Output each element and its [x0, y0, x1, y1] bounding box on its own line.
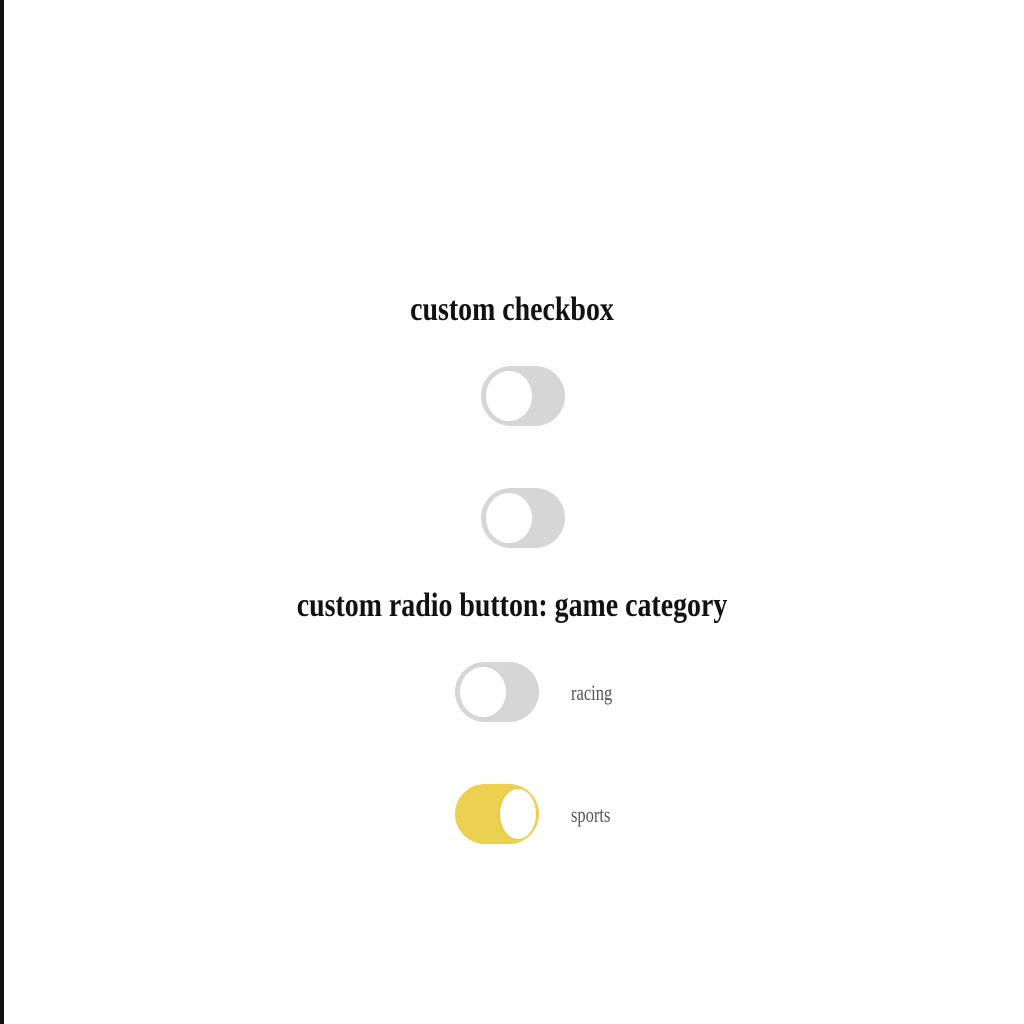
toggle-knob — [486, 371, 532, 421]
radio-toggle-racing[interactable] — [455, 662, 539, 722]
radio-toggle-sports[interactable] — [455, 784, 539, 844]
checkbox-section-heading: custom checkbox — [410, 291, 614, 328]
radio-label-racing[interactable]: racing — [571, 678, 612, 708]
radio-label-sports[interactable]: sports — [571, 800, 610, 830]
toggle-knob — [460, 667, 506, 717]
checkbox-toggle-2[interactable] — [481, 488, 565, 548]
toggle-knob — [500, 789, 536, 839]
checkbox-toggle-1[interactable] — [481, 366, 565, 426]
radio-section-heading: custom radio button: game category — [296, 587, 728, 624]
left-border — [0, 0, 4, 1024]
toggle-knob — [486, 493, 532, 543]
